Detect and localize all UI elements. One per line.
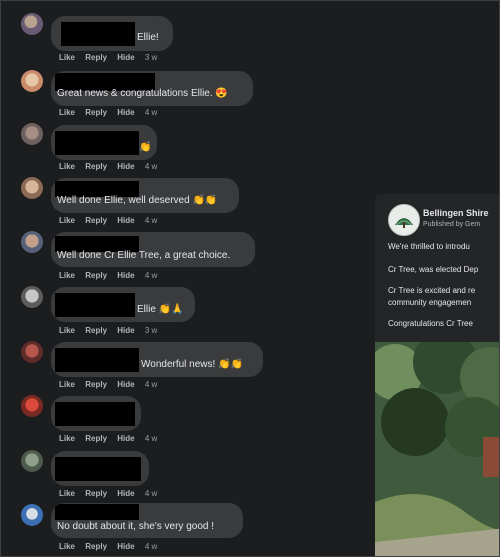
reply-button[interactable]: Reply <box>85 53 107 62</box>
comment-text: Wonderful news! 👏👏 <box>141 359 243 370</box>
hide-button[interactable]: Hide <box>117 434 134 443</box>
screenshot-frame: Ellie! Like Reply Hide 3 w Great news & … <box>0 0 500 557</box>
reply-button[interactable]: Reply <box>85 434 107 443</box>
comment-bubble: Ellie 👏🙏 <box>51 287 195 322</box>
comment-bubble: Well done Cr Ellie Tree, a great choice. <box>51 232 255 267</box>
timestamp[interactable]: 4 w <box>145 489 157 498</box>
post-card[interactable]: Bellingen Shire Published by Gem We're t… <box>375 194 499 556</box>
avatar[interactable] <box>21 341 43 363</box>
redacted-name <box>55 504 139 520</box>
hide-button[interactable]: Hide <box>117 326 134 335</box>
page-logo[interactable] <box>388 204 420 236</box>
comment-actions: Like Reply Hide 4 w <box>59 271 165 280</box>
comment-text: Great news & congratulations Ellie. 😍 <box>57 88 228 99</box>
comment-actions: Like Reply Hide 4 w <box>59 542 165 551</box>
like-button[interactable]: Like <box>59 271 75 280</box>
comment-actions: Like Reply Hide 4 w <box>59 434 165 443</box>
comment-bubble: 👏 <box>51 125 157 160</box>
redacted-name <box>55 293 135 317</box>
timestamp[interactable]: 4 w <box>145 271 157 280</box>
comment-actions: Like Reply Hide 4 w <box>59 380 165 389</box>
comment-bubble: Wonderful news! 👏👏 <box>51 342 263 377</box>
comment-text: Ellie 👏🙏 <box>137 304 184 315</box>
timestamp[interactable]: 3 w <box>145 326 157 335</box>
comment-actions: Like Reply Hide 4 w <box>59 216 165 225</box>
comment-actions: Like Reply Hide 4 w <box>59 489 165 498</box>
hide-button[interactable]: Hide <box>117 162 134 171</box>
like-button[interactable]: Like <box>59 108 75 117</box>
reply-button[interactable]: Reply <box>85 380 107 389</box>
hide-button[interactable]: Hide <box>117 489 134 498</box>
avatar[interactable] <box>21 70 43 92</box>
reply-button[interactable]: Reply <box>85 162 107 171</box>
comment-actions: Like Reply Hide 3 w <box>59 53 165 62</box>
like-button[interactable]: Like <box>59 53 75 62</box>
avatar[interactable] <box>21 286 43 308</box>
comment-bubble: No doubt about it, she's very good ! <box>51 503 243 538</box>
comment-actions: Like Reply Hide 4 w <box>59 162 165 171</box>
comment-actions: Like Reply Hide 4 w <box>59 108 165 117</box>
like-button[interactable]: Like <box>59 216 75 225</box>
like-button[interactable]: Like <box>59 380 75 389</box>
comment-bubble: Well done Ellie, well deserved 👏👏 <box>51 178 239 213</box>
hide-button[interactable]: Hide <box>117 380 134 389</box>
post-photo[interactable] <box>375 342 499 556</box>
timestamp[interactable]: 4 w <box>145 434 157 443</box>
reply-button[interactable]: Reply <box>85 489 107 498</box>
garden-photo <box>375 342 499 556</box>
hide-button[interactable]: Hide <box>117 271 134 280</box>
timestamp[interactable]: 4 w <box>145 216 157 225</box>
hide-button[interactable]: Hide <box>117 216 134 225</box>
timestamp[interactable]: 3 w <box>145 53 157 62</box>
avatar[interactable] <box>21 231 43 253</box>
comment-actions: Like Reply Hide 3 w <box>59 326 165 335</box>
post-paragraph: We're thrilled to introdu <box>388 242 470 251</box>
redacted-name <box>55 131 139 155</box>
avatar[interactable] <box>21 123 43 145</box>
avatar[interactable] <box>21 13 43 35</box>
like-button[interactable]: Like <box>59 434 75 443</box>
comment-text: Well done Ellie, well deserved 👏👏 <box>57 195 218 206</box>
avatar[interactable] <box>21 177 43 199</box>
post-paragraph: Cr Tree is excited and re <box>388 286 476 295</box>
reply-button[interactable]: Reply <box>85 271 107 280</box>
post-paragraph: Cr Tree, was elected Dep <box>388 265 479 274</box>
redacted-name <box>55 348 139 372</box>
comment-bubble <box>51 451 149 486</box>
like-button[interactable]: Like <box>59 326 75 335</box>
avatar[interactable] <box>21 395 43 417</box>
avatar[interactable] <box>21 504 43 526</box>
comment-text: Well done Cr Ellie Tree, a great choice. <box>57 250 231 261</box>
comment-bubble: Great news & congratulations Ellie. 😍 <box>51 71 253 106</box>
reply-button[interactable]: Reply <box>85 216 107 225</box>
hide-button[interactable]: Hide <box>117 108 134 117</box>
like-button[interactable]: Like <box>59 162 75 171</box>
reply-button[interactable]: Reply <box>85 108 107 117</box>
post-paragraph: Congratulations Cr Tree <box>388 319 473 328</box>
comment-text: 👏 <box>139 142 152 153</box>
like-button[interactable]: Like <box>59 489 75 498</box>
page-name[interactable]: Bellingen Shire <box>423 208 489 218</box>
comment-bubble <box>51 396 141 431</box>
reply-button[interactable]: Reply <box>85 326 107 335</box>
hide-button[interactable]: Hide <box>117 542 134 551</box>
redacted-name <box>55 402 135 426</box>
comment-text: Ellie! <box>137 32 159 43</box>
timestamp[interactable]: 4 w <box>145 108 157 117</box>
timestamp[interactable]: 4 w <box>145 380 157 389</box>
hide-button[interactable]: Hide <box>117 53 134 62</box>
timestamp[interactable]: 4 w <box>145 542 157 551</box>
comment-bubble: Ellie! <box>51 16 173 51</box>
timestamp[interactable]: 4 w <box>145 162 157 171</box>
like-button[interactable]: Like <box>59 542 75 551</box>
published-by: Published by Gem <box>423 221 481 228</box>
avatar[interactable] <box>21 450 43 472</box>
comment-text: No doubt about it, she's very good ! <box>57 521 215 532</box>
redacted-name <box>55 457 141 481</box>
redacted-name <box>61 22 135 46</box>
post-paragraph: community engagemen <box>388 298 472 307</box>
reply-button[interactable]: Reply <box>85 542 107 551</box>
tree-logo-icon <box>395 218 413 228</box>
